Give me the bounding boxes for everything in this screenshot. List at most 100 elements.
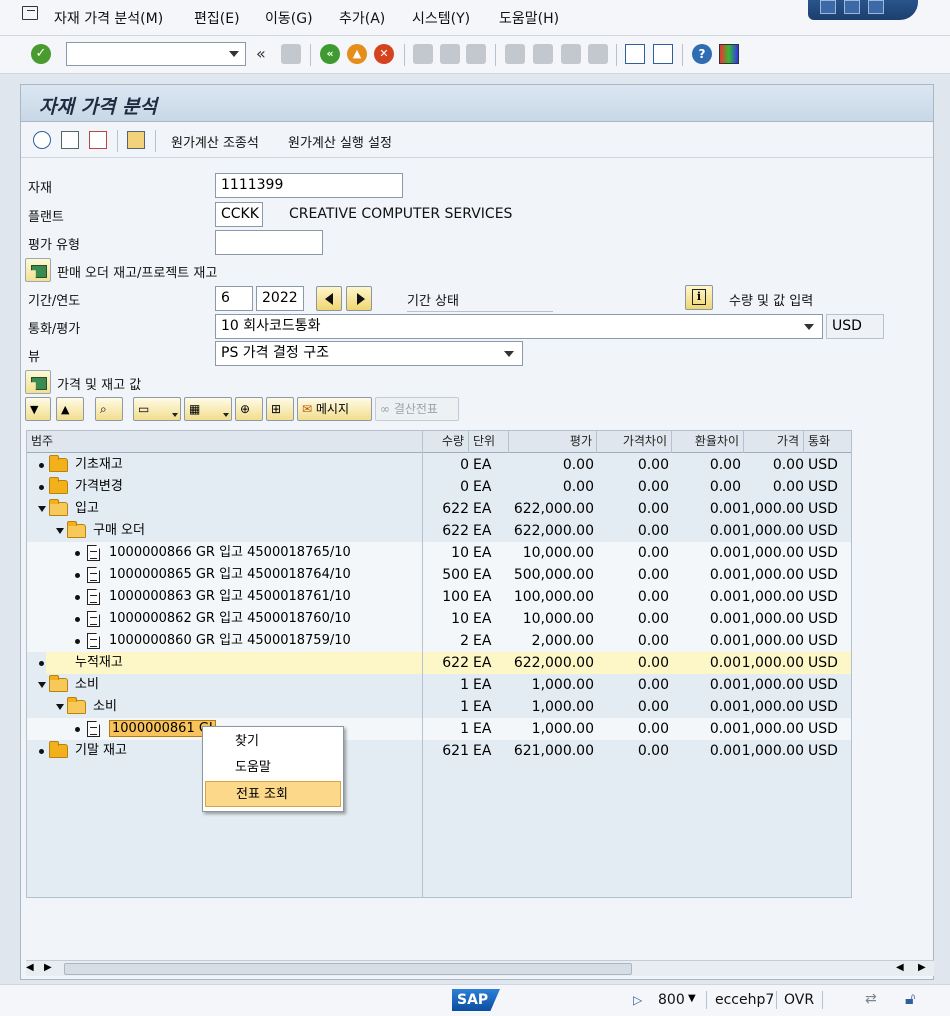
menu-help[interactable]: 도움말(H) [499,8,559,28]
tree-node-label[interactable]: 가격변경 [75,476,123,498]
table-row[interactable]: 기초재고 0 EA 0.00 0.00 0.00 0.00 USD [27,454,851,476]
shortcut-icon[interactable] [653,44,673,64]
last-page-icon[interactable] [588,44,608,64]
scrollbar-thumb[interactable] [64,963,632,975]
view-dropdown[interactable]: PS 가격 결정 구조 [215,341,523,366]
prices-stock-toggle-icon[interactable] [25,370,51,394]
message-button[interactable]: ✉ 메시지 [297,397,372,421]
play-icon[interactable]: ▷ [633,993,642,1007]
details-button[interactable]: ⊕ [235,397,263,421]
find-next-icon[interactable] [466,44,486,64]
command-field[interactable] [66,42,246,66]
close-icon[interactable] [868,0,884,14]
column-header-currency[interactable]: 통화 [804,431,851,453]
table-row[interactable]: 1000000865 GR 입고 4500018764/10 500 EA 500,0… [27,564,851,586]
table-row[interactable]: 소비 1 EA 1,000.00 0.00 0.00 1,000.00 USD [27,696,851,718]
chevron-down-icon[interactable]: ▼ [688,993,696,1004]
scroll-left-icon[interactable]: ◀ [26,962,34,973]
refresh-icon[interactable] [33,131,51,149]
help-icon[interactable]: ? [692,44,712,64]
context-menu-find[interactable]: 찾기 [205,729,341,755]
table-row[interactable]: 기말 재고 621 EA 621,000.00 0.00 0.00 1,000.00 USD [27,740,851,762]
tree-node-label[interactable]: 누적재고 [75,652,123,674]
next-page-icon[interactable] [561,44,581,64]
column-header-price[interactable]: 가격 [744,431,804,453]
tree-node-label[interactable]: 소비 [93,696,117,718]
tree-node-label[interactable]: 1000000860 GR 입고 4500018759/10 [109,630,351,652]
lock-icon[interactable]: 🔓︎ [905,989,915,1009]
expand-arrow-icon[interactable] [38,682,46,688]
tree-node-label[interactable]: 1000000866 GR 입고 4500018765/10 [109,542,351,564]
menu-edit[interactable]: 편집(E) [194,8,240,28]
column-header-valuation[interactable]: 평가 [509,431,597,453]
context-menu-help[interactable]: 도움말 [205,755,341,781]
chevron-down-icon[interactable] [229,51,239,57]
tree-node-label[interactable]: 소비 [75,674,99,696]
save-icon[interactable] [281,44,301,64]
qty-value-entry-button[interactable]: i [685,285,713,310]
column-header-quantity[interactable]: 수량 [423,431,469,453]
currency-valuation-dropdown[interactable]: 10 회사코드통화 [215,314,823,339]
table-row[interactable]: 구매 오더 622 EA 622,000.00 0.00 0.00 1,000.00 USD [27,520,851,542]
period-field[interactable]: 6 [215,286,253,311]
minimize-icon[interactable] [820,0,836,14]
column-header-fx-diff[interactable]: 환율차이 [672,431,744,453]
command-input[interactable] [67,43,222,65]
material-field[interactable]: 1111399 [215,173,403,198]
table-row[interactable]: 1000000862 GR 입고 4500018760/10 10 EA 10,000… [27,608,851,630]
hierarchy-button[interactable]: ⊞ [266,397,294,421]
previous-period-button[interactable] [316,286,342,311]
costing-cockpit-button[interactable]: 원가계산 조종석 [171,132,259,151]
selected-node-label[interactable]: 1000000861 GI [109,720,216,737]
back-icon[interactable]: « [320,44,340,64]
column-header-unit[interactable]: 단위 [469,431,509,453]
layout-button[interactable]: ▦ [184,397,232,421]
column-header-price-diff[interactable]: 가격차이 [597,431,672,453]
table-row[interactable]: 소비 1 EA 1,000.00 0.00 0.00 1,000.00 USD [27,674,851,696]
tree-node-label[interactable]: 1000000865 GR 입고 4500018764/10 [109,564,351,586]
menu-icon[interactable] [22,6,38,20]
find-icon[interactable] [440,44,460,64]
sales-order-toggle-icon[interactable] [25,258,51,282]
expand-arrow-icon[interactable] [38,506,46,512]
table-row[interactable]: 1000000866 GR 입고 4500018765/10 10 EA 10,000… [27,542,851,564]
first-page-icon[interactable] [505,44,525,64]
maximize-icon[interactable] [844,0,860,14]
previous-page-icon[interactable] [533,44,553,64]
back-arrows-icon[interactable]: « [256,44,266,63]
scroll-right-icon[interactable]: ▶ [44,962,52,973]
table-row[interactable]: 1000000860 GR 입고 4500018759/10 2 EA 2,000.0… [27,630,851,652]
cancel-icon[interactable]: ✕ [374,44,394,64]
table-row[interactable]: 가격변경 0 EA 0.00 0.00 0.00 0.00 USD [27,476,851,498]
table-row[interactable]: 1000000861 GI 1 EA 1,000.00 0.00 0.00 1,000.00… [27,718,851,740]
column-header-category[interactable]: 범주 [27,431,423,453]
year-field[interactable]: 2022 [256,286,304,311]
expand-arrow-icon[interactable] [56,528,64,534]
next-period-button[interactable] [346,286,372,311]
context-menu-display-document[interactable]: 전표 조회 [205,781,341,807]
menu-system[interactable]: 시스템(Y) [412,8,470,28]
tree-node-label[interactable]: 1000000861 GI [109,718,216,740]
calculator-icon[interactable] [127,131,145,149]
find-button[interactable]: ⌕ [95,397,123,421]
exit-icon[interactable]: ▲ [347,44,367,64]
tree-node-label[interactable]: 입고 [75,498,99,520]
new-session-icon[interactable] [625,44,645,64]
tree-node-label[interactable]: 구매 오더 [93,520,145,542]
plant-field[interactable]: CCKK [215,202,263,227]
collapse-all-button[interactable]: ▲ [56,397,84,421]
print-icon[interactable] [413,44,433,64]
costing-run-settings-button[interactable]: 원가계산 실행 설정 [288,132,392,151]
scroll-right-icon[interactable]: ▶ [918,962,926,973]
structure-icon[interactable] [89,131,107,149]
valuation-type-field[interactable] [215,230,323,255]
tree-node-label[interactable]: 기말 재고 [75,740,127,762]
tree-node-label[interactable]: 1000000862 GR 입고 4500018760/10 [109,608,351,630]
enter-check-icon[interactable]: ✓ [31,44,51,64]
price-analysis-tree-grid[interactable]: 범주 수량 단위 평가 가격차이 환율차이 가격 통화 기초재고 0 EA 0.00 0… [26,430,852,898]
print-button[interactable]: ▭ [133,397,181,421]
horizontal-scrollbar[interactable]: ◀ ▶ ◀ ▶ [26,960,934,976]
table-row[interactable]: 입고 622 EA 622,000.00 0.00 0.00 1,000.00 USD [27,498,851,520]
expand-all-button[interactable]: ▼ [25,397,51,421]
menu-extras[interactable]: 추가(A) [339,8,385,28]
